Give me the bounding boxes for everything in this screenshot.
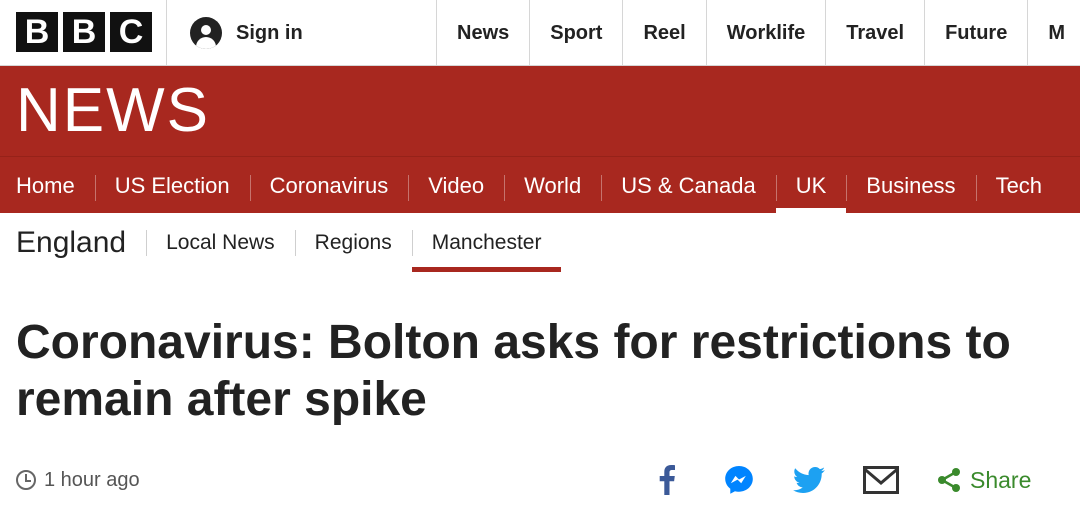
sub-nav-local-news[interactable]: Local News xyxy=(146,214,295,272)
sub-nav-manchester[interactable]: Manchester xyxy=(411,214,562,272)
article-timestamp: 1 hour ago xyxy=(16,464,140,496)
section-nav: Home US Election Coronavirus Video World… xyxy=(0,156,1080,214)
top-nav-sport[interactable]: Sport xyxy=(529,0,622,66)
section-nav-us-canada[interactable]: US & Canada xyxy=(601,157,776,214)
top-nav-travel[interactable]: Travel xyxy=(825,0,924,66)
bbc-logo-letter: C xyxy=(110,12,152,52)
section-nav-coronavirus[interactable]: Coronavirus xyxy=(249,157,409,214)
news-banner: NEWS xyxy=(0,66,1080,156)
sign-in-link[interactable]: Sign in xyxy=(190,17,303,49)
top-nav: News Sport Reel Worklife Travel Future M xyxy=(436,0,1080,66)
sub-nav-title[interactable]: England xyxy=(0,226,146,260)
section-nav-uk[interactable]: UK xyxy=(775,157,847,214)
sub-nav-regions[interactable]: Regions xyxy=(294,214,412,272)
share-label: Share xyxy=(970,466,1032,493)
timestamp-text: 1 hour ago xyxy=(44,468,140,491)
user-icon xyxy=(190,17,222,49)
bbc-logo-letter: B xyxy=(16,12,58,52)
messenger-icon[interactable] xyxy=(722,458,756,502)
twitter-icon[interactable] xyxy=(792,458,826,502)
section-nav-world[interactable]: World xyxy=(504,157,601,214)
bbc-top-bar: B B C Sign in News Sport Reel Worklife T… xyxy=(0,0,1080,66)
article-headline: Coronavirus: Bolton asks for restriction… xyxy=(16,316,1011,426)
facebook-icon[interactable] xyxy=(650,458,684,502)
section-nav-home[interactable]: Home xyxy=(0,157,95,214)
top-nav-news[interactable]: News xyxy=(436,0,529,66)
email-icon[interactable] xyxy=(862,458,900,502)
sign-in-label: Sign in xyxy=(236,21,303,44)
share-icon xyxy=(938,468,960,492)
share-button[interactable]: Share xyxy=(936,458,1031,502)
clock-icon xyxy=(16,470,36,490)
bbc-logo[interactable]: B B C xyxy=(16,12,152,52)
bbc-logo-letter: B xyxy=(63,12,105,52)
top-nav-more[interactable]: M xyxy=(1027,0,1080,66)
england-sub-nav: England Local News Regions Manchester xyxy=(0,214,1080,272)
top-nav-future[interactable]: Future xyxy=(924,0,1027,66)
divider xyxy=(166,0,167,66)
top-nav-worklife[interactable]: Worklife xyxy=(705,0,826,66)
section-nav-tech[interactable]: Tech xyxy=(975,157,1062,214)
section-nav-business[interactable]: Business xyxy=(846,157,975,214)
section-nav-us-election[interactable]: US Election xyxy=(94,157,250,214)
news-logo[interactable]: NEWS xyxy=(16,76,210,146)
section-nav-video[interactable]: Video xyxy=(408,157,504,214)
top-nav-reel[interactable]: Reel xyxy=(622,0,705,66)
